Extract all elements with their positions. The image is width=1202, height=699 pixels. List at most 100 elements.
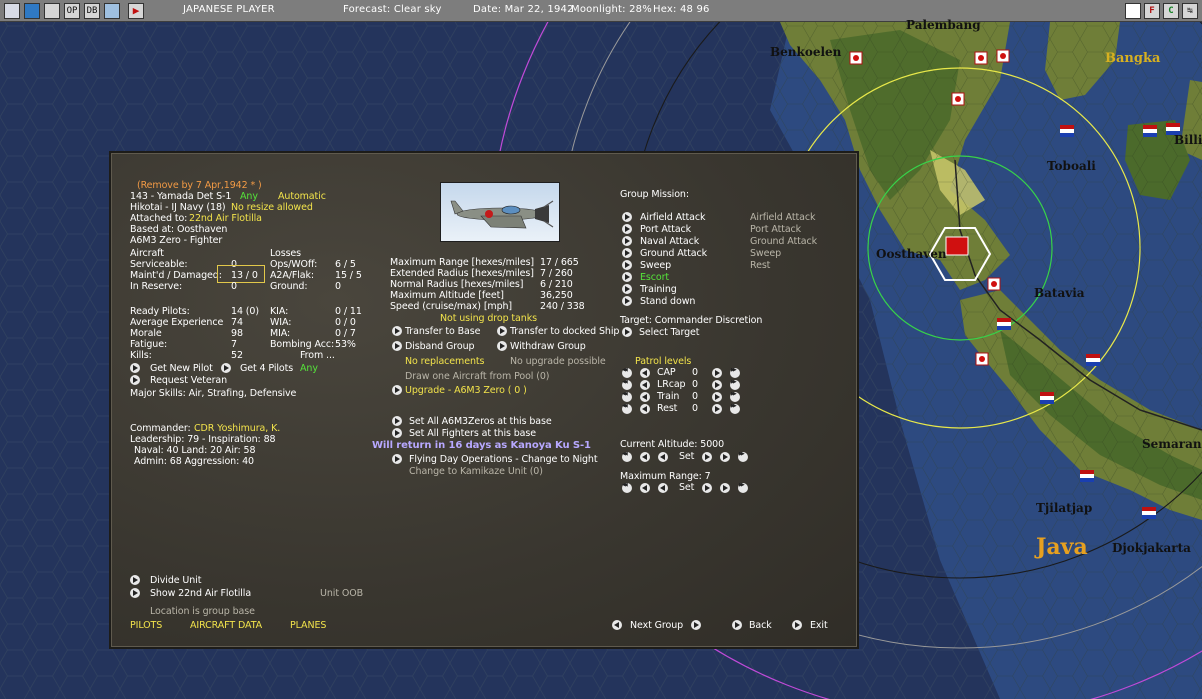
train-inc-10-icon[interactable]: [730, 391, 740, 402]
prev-group-icon[interactable]: [612, 620, 622, 630]
lrcap-inc-icon[interactable]: [712, 380, 722, 390]
unit-oob-button[interactable]: Unit OOB: [320, 588, 363, 599]
secondary-port-attack[interactable]: Port Attack: [750, 224, 801, 235]
lrcap-dec-icon[interactable]: [640, 380, 650, 390]
attached-value[interactable]: 22nd Air Flotilla: [189, 213, 262, 224]
disband-arrow-icon[interactable]: [392, 341, 402, 351]
mission-naval-attack[interactable]: Naval Attack: [640, 236, 699, 247]
mission-sweep[interactable]: Sweep: [640, 260, 671, 271]
mission-port-attack[interactable]: Port Attack: [640, 224, 691, 235]
mission-sweep-arrow-icon[interactable]: [622, 260, 632, 270]
show-flotilla-arrow-icon[interactable]: [130, 588, 140, 598]
alt-dec-10-icon[interactable]: [622, 451, 632, 462]
upgrade-arrow-icon[interactable]: [392, 385, 402, 395]
cap-dec-10-icon[interactable]: [622, 367, 632, 378]
secondary-rest[interactable]: Rest: [750, 260, 770, 271]
flying-ops-button[interactable]: Flying Day Operations - Change to Night: [409, 454, 598, 465]
get-new-pilot-button[interactable]: Get New Pilot: [150, 363, 213, 374]
mission-ground-arrow-icon[interactable]: [622, 248, 632, 258]
withdraw-arrow-icon[interactable]: [497, 341, 507, 351]
range-inc-10-icon[interactable]: [738, 482, 748, 493]
mission-port-arrow-icon[interactable]: [622, 224, 632, 234]
get-new-pilot-arrow-icon[interactable]: [130, 363, 140, 373]
divide-unit-arrow-icon[interactable]: [130, 575, 140, 585]
mission-training-arrow-icon[interactable]: [622, 284, 632, 294]
alt-inc-10-icon[interactable]: [738, 451, 748, 462]
mission-ground-attack[interactable]: Ground Attack: [640, 248, 707, 259]
get-4-pilots-arrow-icon[interactable]: [221, 363, 231, 373]
exit-icon[interactable]: ↹: [1182, 3, 1198, 19]
range-inc-icon[interactable]: [720, 483, 730, 493]
alt-dec-icon[interactable]: [640, 452, 650, 462]
cap-inc-icon[interactable]: [712, 368, 722, 378]
set-all-zeros-button[interactable]: Set All A6M3Zeros at this base: [409, 416, 552, 427]
request-veteran-button[interactable]: Request Veteran: [150, 375, 227, 386]
show-flotilla-button[interactable]: Show 22nd Air Flotilla: [150, 588, 251, 599]
request-veteran-arrow-icon[interactable]: [130, 375, 140, 385]
mission-training[interactable]: Training: [640, 284, 677, 295]
unit-automatic-link[interactable]: Automatic: [278, 191, 326, 202]
unit-any-link[interactable]: Any: [240, 191, 258, 202]
next-group-label[interactable]: Next Group: [630, 620, 683, 631]
transfer-ship-button[interactable]: Transfer to docked Ship: [510, 326, 619, 337]
divide-unit-button[interactable]: Divide Unit: [150, 575, 201, 586]
world-icon[interactable]: [4, 2, 20, 19]
exit-button[interactable]: Exit: [810, 620, 828, 631]
range-dec-icon[interactable]: [640, 483, 650, 493]
rest-inc-10-icon[interactable]: [730, 403, 740, 414]
set-all-fighters-button[interactable]: Set All Fighters at this base: [409, 428, 536, 439]
mission-airfield-attack[interactable]: Airfield Attack: [640, 212, 705, 223]
secondary-airfield-attack[interactable]: Airfield Attack: [750, 212, 815, 223]
from-link[interactable]: From ...: [300, 350, 335, 361]
op-icon[interactable]: OP: [64, 2, 80, 19]
window-icon[interactable]: [104, 2, 120, 19]
secondary-ground-attack[interactable]: Ground Attack: [750, 236, 817, 247]
window-toggle-icon[interactable]: [1125, 3, 1141, 19]
mission-stand-down[interactable]: Stand down: [640, 296, 695, 307]
mission-naval-arrow-icon[interactable]: [622, 236, 632, 246]
withdraw-button[interactable]: Withdraw Group: [510, 341, 586, 352]
train-inc-icon[interactable]: [712, 392, 722, 402]
train-dec-10-icon[interactable]: [622, 391, 632, 402]
get-4-any-link[interactable]: Any: [300, 363, 318, 374]
swap-icon[interactable]: [44, 2, 60, 19]
range-dec-small-icon[interactable]: [658, 483, 668, 493]
lrcap-inc-10-icon[interactable]: [730, 379, 740, 390]
rest-dec-10-icon[interactable]: [622, 403, 632, 414]
cap-dec-icon[interactable]: [640, 368, 650, 378]
lrcap-dec-10-icon[interactable]: [622, 379, 632, 390]
disband-button[interactable]: Disband Group: [405, 341, 475, 352]
train-dec-icon[interactable]: [640, 392, 650, 402]
globe-icon[interactable]: [24, 2, 40, 19]
range-set-button[interactable]: Set: [679, 482, 694, 493]
tab-pilots[interactable]: PILOTS: [130, 620, 162, 631]
back-button[interactable]: Back: [749, 620, 772, 631]
exit-arrow-icon[interactable]: [792, 620, 802, 630]
range-dec-10-icon[interactable]: [622, 482, 632, 493]
alt-inc-small-icon[interactable]: [702, 452, 712, 462]
drop-tanks-toggle[interactable]: Not using drop tanks: [440, 313, 537, 324]
back-arrow-icon[interactable]: [732, 620, 742, 630]
flying-ops-arrow-icon[interactable]: [392, 454, 402, 464]
transfer-ship-arrow-icon[interactable]: [497, 326, 507, 336]
mission-escort[interactable]: Escort: [640, 272, 669, 283]
mission-escort-arrow-icon[interactable]: [622, 272, 632, 282]
set-all-fighters-arrow-icon[interactable]: [392, 428, 402, 438]
select-target-arrow-icon[interactable]: [622, 327, 632, 337]
transfer-base-button[interactable]: Transfer to Base: [405, 326, 480, 337]
set-all-zeros-arrow-icon[interactable]: [392, 416, 402, 426]
commander-value[interactable]: CDR Yoshimura, K.: [194, 423, 280, 434]
upgrade-button[interactable]: Upgrade - A6M3 Zero ( 0 ): [405, 385, 527, 396]
mission-airfield-arrow-icon[interactable]: [622, 212, 632, 222]
tab-aircraft-data[interactable]: AIRCRAFT DATA: [190, 620, 262, 631]
rest-inc-icon[interactable]: [712, 404, 722, 414]
transfer-base-arrow-icon[interactable]: [392, 326, 402, 336]
range-inc-small-icon[interactable]: [702, 483, 712, 493]
secondary-sweep[interactable]: Sweep: [750, 248, 781, 259]
play-icon[interactable]: ▶: [128, 2, 144, 19]
rest-dec-icon[interactable]: [640, 404, 650, 414]
select-target-button[interactable]: Select Target: [639, 327, 700, 338]
get-4-pilots-button[interactable]: Get 4 Pilots: [240, 363, 293, 374]
mission-standdown-arrow-icon[interactable]: [622, 296, 632, 306]
next-group-icon[interactable]: [691, 620, 701, 630]
